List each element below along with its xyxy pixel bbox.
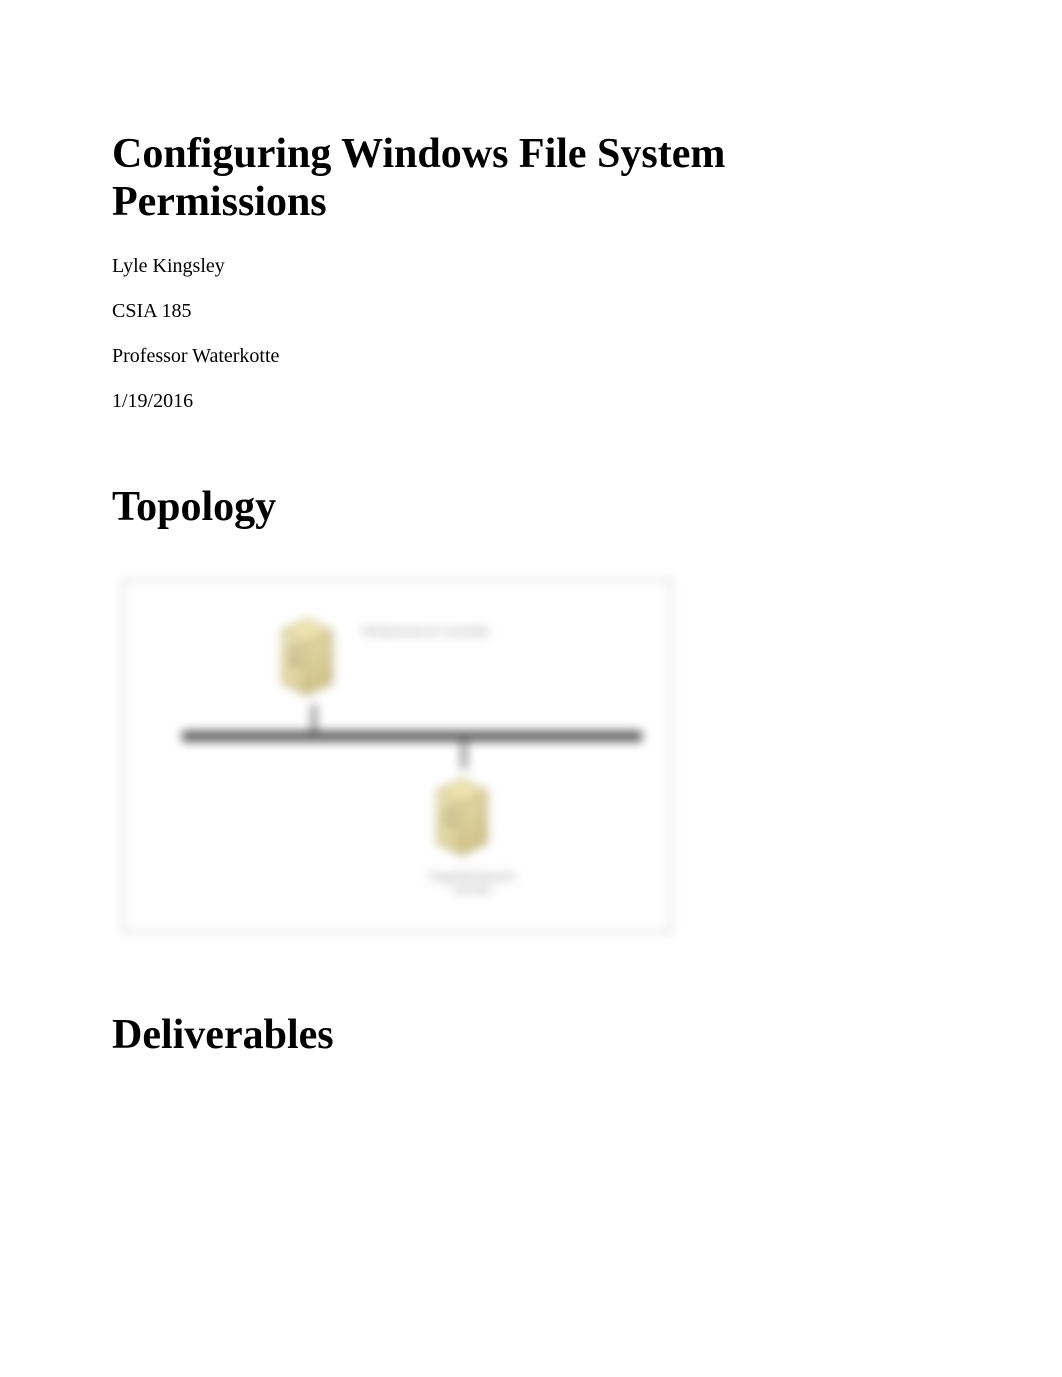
page-title: Configuring Windows File System Permissi… <box>112 130 950 227</box>
server-label: TargetWindows01 Domain <box>412 871 532 897</box>
network-connector-icon <box>462 741 466 769</box>
network-connector-icon <box>312 705 316 733</box>
server-icon <box>272 611 342 701</box>
professor-line: Professor Waterkotte <box>112 345 950 368</box>
section-heading-deliverables: Deliverables <box>112 1011 950 1059</box>
document-page: Configuring Windows File System Permissi… <box>0 0 1062 1377</box>
section-heading-topology: Topology <box>112 483 950 531</box>
author-line: Lyle Kingsley <box>112 255 950 278</box>
server-label: WindowsServer Controller <box>362 626 490 639</box>
topology-diagram: WindowsServer Controller TargetWindows01… <box>112 571 682 941</box>
course-line: CSIA 185 <box>112 300 950 323</box>
network-bus-icon <box>182 731 642 741</box>
server-icon <box>427 771 497 861</box>
date-line: 1/19/2016 <box>112 390 950 413</box>
